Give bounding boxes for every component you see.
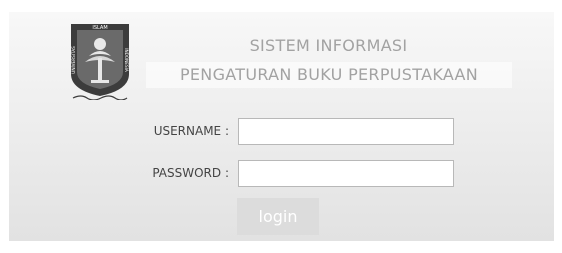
- password-input[interactable]: [238, 160, 454, 187]
- username-input[interactable]: [238, 118, 454, 145]
- logo-text-top: ISLAM: [92, 25, 107, 31]
- logo-text-right: INDONESIA: [124, 48, 129, 72]
- password-label: PASSWORD :: [152, 166, 229, 180]
- username-label: USERNAME :: [153, 124, 229, 138]
- login-panel: ISLAM UNIVERSITAS INDONESIA SISTEM INFOR…: [9, 12, 554, 241]
- app-title-line1: SISTEM INFORMASI: [249, 36, 408, 55]
- logo-text-left: UNIVERSITAS: [71, 46, 76, 74]
- university-seal-icon: ISLAM UNIVERSITAS INDONESIA: [67, 20, 133, 100]
- app-title-line2: PENGATURAN BUKU PERPUSTAKAAN: [146, 62, 512, 88]
- login-button[interactable]: login: [237, 198, 319, 235]
